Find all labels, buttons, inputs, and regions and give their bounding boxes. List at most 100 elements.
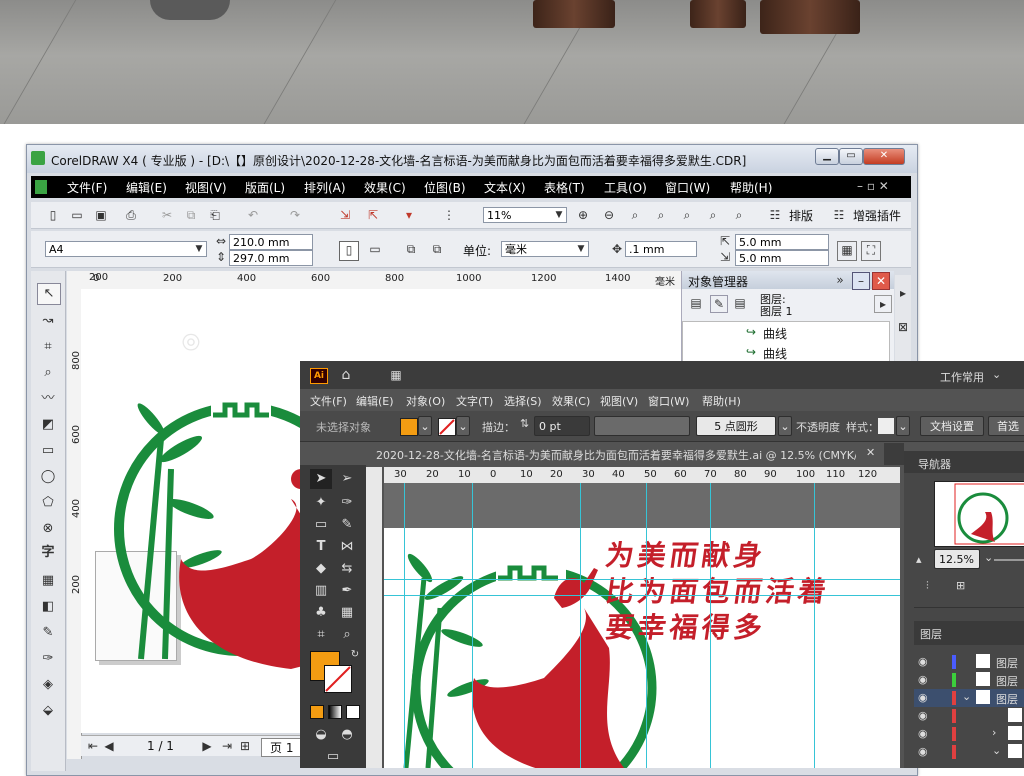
snap-icon[interactable]: ⋮	[441, 207, 457, 223]
page-width-field[interactable]: 210.0 mm	[229, 234, 313, 250]
magic-wand-icon[interactable]: ✦	[310, 493, 332, 513]
doc-window-controls[interactable]: – ▫ ✕	[857, 179, 889, 193]
menu-tools[interactable]: 工具(O)	[604, 179, 647, 196]
chevron-down-icon[interactable]: ⌄	[418, 416, 432, 436]
expand-icon[interactable]: ›	[992, 726, 996, 739]
color-mode-icon[interactable]	[310, 705, 324, 719]
zoom-all-icon[interactable]: ⌕	[653, 207, 669, 223]
nav-zoom-field[interactable]: 12.5%	[934, 549, 980, 569]
table-tool-icon[interactable]: ▦	[37, 571, 59, 591]
zoom-width-icon[interactable]: ⌕	[705, 207, 721, 223]
copy-icon[interactable]: ⧉	[183, 207, 199, 223]
width-tool-icon[interactable]: ⇆	[336, 559, 358, 579]
smart-fill-icon[interactable]: ◩	[37, 415, 59, 435]
layer-name[interactable]: 图层	[996, 691, 1018, 707]
docker-expand-icon[interactable]: »	[832, 272, 848, 288]
eye-icon[interactable]: ◉	[918, 745, 928, 758]
ai-menu-select[interactable]: 选择(S)	[504, 393, 542, 409]
transform-icon[interactable]: ⊞	[956, 579, 965, 592]
menu-bitmaps[interactable]: 位图(B)	[424, 179, 466, 196]
object-item[interactable]: 曲线	[763, 325, 787, 342]
shape-tool-icon[interactable]: ↝	[37, 311, 59, 331]
page-last-icon[interactable]: ⇥	[219, 738, 235, 754]
all-pages-button[interactable]: ⧉	[403, 241, 419, 257]
chevron-down-icon[interactable]: ⌄	[778, 416, 792, 436]
layer-name[interactable]: 图层	[996, 673, 1018, 689]
import-icon[interactable]: ⇲	[337, 207, 353, 223]
eyedropper-icon[interactable]: ✒	[336, 581, 358, 601]
document-setup-button[interactable]: 文档设置	[920, 416, 984, 436]
portrait-button[interactable]: ▯	[339, 241, 359, 261]
guide-line[interactable]	[646, 483, 647, 768]
docker-close-tab-icon[interactable]: ⊠	[895, 319, 911, 335]
zoom-slider[interactable]	[994, 559, 1024, 561]
outline-tool-icon[interactable]: ✑	[37, 649, 59, 669]
home-icon[interactable]: ⌂	[338, 367, 354, 383]
zoom-in-icon[interactable]: ⊕	[575, 207, 591, 223]
layer-row[interactable]: ◉ 图层	[914, 653, 1024, 671]
print-icon[interactable]: ⎙	[123, 207, 139, 223]
draw-behind-icon[interactable]: ◓	[336, 725, 358, 745]
stroke-color-swatch[interactable]	[324, 665, 352, 693]
interactive-tool-icon[interactable]: ◧	[37, 597, 59, 617]
layer-manager-icon[interactable]: ▤	[732, 295, 748, 311]
draw-mode-icon[interactable]: ◒	[310, 725, 332, 745]
nudge-field[interactable]: .1 mm	[625, 241, 697, 257]
variable-width-profile[interactable]	[594, 416, 690, 436]
landscape-button[interactable]: ▭	[367, 241, 383, 257]
ai-menu-object[interactable]: 对象(O)	[406, 393, 445, 409]
docker-close-icon[interactable]: ✕	[872, 272, 890, 290]
zoom-page-icon[interactable]: ⌕	[679, 207, 695, 223]
crop-tool-icon[interactable]: ⌗	[37, 337, 59, 357]
rectangle-tool-icon[interactable]: ▭	[310, 515, 332, 535]
expand-icon[interactable]: ⌄	[962, 690, 971, 703]
eye-icon[interactable]: ◉	[918, 691, 928, 704]
stroke-weight-field[interactable]: 0 pt	[534, 416, 590, 436]
current-page-button[interactable]: ⧉	[429, 241, 445, 257]
direct-selection-icon[interactable]: ➢	[336, 469, 358, 489]
guide-line[interactable]	[404, 483, 405, 768]
screen-mode-icon[interactable]: ▭	[322, 747, 344, 767]
zoom-out-icon[interactable]: ⊖	[601, 207, 617, 223]
layer-row[interactable]: ◉ 图层	[914, 671, 1024, 689]
chevron-down-icon[interactable]: ⌄	[992, 368, 1001, 381]
ai-canvas[interactable]: 为美而献身 比为面包而活着 要幸福得多	[384, 483, 900, 768]
chevron-down-icon[interactable]: ⌄	[456, 416, 470, 436]
menu-text[interactable]: 文本(X)	[484, 179, 526, 196]
menu-arrange[interactable]: 排列(A)	[304, 179, 346, 196]
add-page-icon[interactable]: ⊞	[237, 738, 253, 754]
document-tab[interactable]: 2020-12-28-文化墙-名言标语-为美而献身比为面包而活着要幸福得多爱默生…	[370, 443, 884, 465]
zoom-icon[interactable]: ⌕	[336, 625, 358, 645]
guide-line[interactable]	[472, 483, 473, 768]
minimize-button[interactable]: ▁	[815, 148, 839, 165]
gradient-mode-icon[interactable]	[328, 705, 342, 719]
duplicate-y-field[interactable]: 5.0 mm	[735, 250, 829, 266]
undo-icon[interactable]: ↶	[245, 207, 261, 223]
zoom-selected-icon[interactable]: ⌕	[627, 207, 643, 223]
save-icon[interactable]: ▣	[93, 207, 109, 223]
docker-scroll-up-icon[interactable]: ▸	[895, 285, 911, 301]
menu-view[interactable]: 视图(V)	[185, 179, 227, 196]
type-tool-icon[interactable]: T	[310, 537, 332, 557]
swap-colors-icon[interactable]: ↻	[344, 645, 366, 665]
navigator-preview[interactable]	[934, 481, 1024, 547]
treat-as-filled-button[interactable]: ⛶	[861, 241, 881, 261]
selection-tool-icon[interactable]: ➤	[310, 469, 332, 489]
eye-icon[interactable]: ◉	[918, 727, 928, 740]
eye-icon[interactable]: ◉	[918, 709, 928, 722]
eraser-icon[interactable]: ◆	[310, 559, 332, 579]
menu-layout[interactable]: 版面(L)	[245, 179, 285, 196]
page-next-icon[interactable]: ▶	[199, 738, 215, 754]
arrange-label[interactable]: 排版	[789, 207, 813, 224]
open-icon[interactable]: ▭	[69, 207, 85, 223]
lasso-icon[interactable]: ✑	[336, 493, 358, 513]
ellipse-tool-icon[interactable]: ◯	[37, 467, 59, 487]
new-icon[interactable]: ▯	[45, 207, 61, 223]
fill-tool-icon[interactable]: ◈	[37, 675, 59, 695]
eyedropper-icon[interactable]: ✎	[37, 623, 59, 643]
guide-line[interactable]	[710, 483, 711, 768]
page-prev-icon[interactable]: ◀	[101, 738, 117, 754]
sublayer-row[interactable]: ◉	[914, 707, 1024, 725]
page-height-field[interactable]: 297.0 mm	[229, 250, 313, 266]
page-first-icon[interactable]: ⇤	[85, 738, 101, 754]
